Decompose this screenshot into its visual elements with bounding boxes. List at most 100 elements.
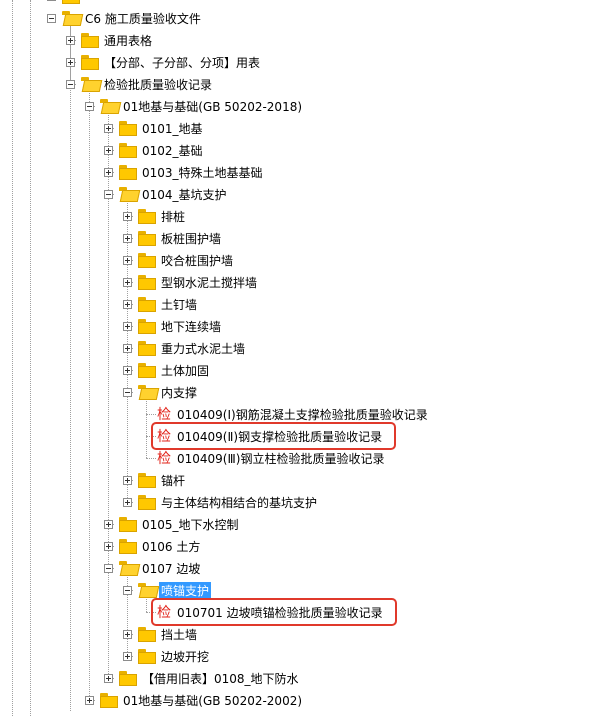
tree-folder-item[interactable]: 0103_特殊土地基基础 xyxy=(104,161,263,183)
expand-icon[interactable] xyxy=(104,145,113,155)
folder-icon xyxy=(137,494,157,510)
tree-item-label[interactable]: 01地基与基础(GB 50202-2018) xyxy=(123,98,302,115)
tree-leaf-record[interactable]: 检 010409(Ⅲ)钢立柱检验批质量验收记录 xyxy=(155,447,384,469)
expand-icon[interactable] xyxy=(123,651,132,661)
inspection-badge-icon: 检 xyxy=(157,407,171,423)
tree-item-label[interactable]: 边坡开挖 xyxy=(161,648,209,665)
tree-folder-item[interactable]: 边坡开挖 xyxy=(123,645,209,667)
tree-item-label[interactable]: 0103_特殊土地基基础 xyxy=(142,164,263,181)
tree-item-label[interactable]: 010409(Ⅲ)钢立柱检验批质量验收记录 xyxy=(177,450,384,467)
collapse-icon[interactable] xyxy=(85,101,94,111)
expand-icon[interactable] xyxy=(123,233,132,243)
collapse-icon[interactable] xyxy=(66,79,75,89)
expand-icon[interactable] xyxy=(123,343,132,353)
tree-folder-item[interactable]: 0104_基坑支护 xyxy=(104,183,227,205)
expand-icon[interactable] xyxy=(66,35,75,45)
tree-item-label[interactable]: 板桩围护墙 xyxy=(161,230,221,247)
expand-icon[interactable] xyxy=(47,0,56,1)
expand-icon[interactable] xyxy=(123,321,132,331)
tree-item-label[interactable]: 喷锚支护 xyxy=(159,581,212,599)
tree-folder-item[interactable]: 01地基与基础(GB 50202-2018) xyxy=(85,95,302,117)
tree-folder-item[interactable]: 重力式水泥土墙 xyxy=(123,337,245,359)
tree-item-label[interactable]: 地下连续墙 xyxy=(161,318,221,335)
tree-item-label[interactable]: 【分部、子分部、分项】用表 xyxy=(104,54,260,71)
collapse-icon[interactable] xyxy=(123,387,132,397)
expand-icon[interactable] xyxy=(123,497,132,507)
tree-item-label[interactable]: 01地基与基础(GB 50202-2002) xyxy=(123,692,302,709)
tree-folder-item[interactable]: 土钉墙 xyxy=(123,293,197,315)
tree-folder-item[interactable]: 01地基与基础(GB 50202-2002) xyxy=(85,689,302,711)
expand-icon[interactable] xyxy=(104,673,113,683)
tree-folder-item[interactable]: 型钢水泥土搅拌墙 xyxy=(123,271,257,293)
tree-folder-item[interactable]: 0102_基础 xyxy=(104,139,203,161)
tree-folder-item[interactable]: 0107 边坡 xyxy=(104,557,200,579)
tree-item-label[interactable]: 排桩 xyxy=(161,208,185,225)
tree-folder-item[interactable]: 锚杆 xyxy=(123,469,185,491)
tree-item-label[interactable]: 土体加固 xyxy=(161,362,209,379)
tree-folder-item[interactable]: 板桩围护墙 xyxy=(123,227,221,249)
tree-folder-item[interactable]: 0105_地下水控制 xyxy=(104,513,239,535)
collapse-icon[interactable] xyxy=(123,585,132,595)
tree-item-label[interactable]: 0104_基坑支护 xyxy=(142,186,227,203)
expand-icon[interactable] xyxy=(123,255,132,265)
file-tree: C6 施工质量验收文件通用表格【分部、子分部、分项】用表 检验批质量验收记录 01地… xyxy=(0,0,600,716)
folder-icon xyxy=(118,538,138,554)
tree-item-label[interactable]: 检验批质量验收记录 xyxy=(104,76,212,93)
tree-folder-item[interactable]: 0101_地基 xyxy=(104,117,203,139)
tree-item-label[interactable]: 土钉墙 xyxy=(161,296,197,313)
expand-icon[interactable] xyxy=(123,299,132,309)
tree-folder-item[interactable]: 挡土墙 xyxy=(123,623,197,645)
expand-icon[interactable] xyxy=(123,365,132,375)
tree-folder-item[interactable]: 与主体结构相结合的基坑支护 xyxy=(123,491,317,513)
expand-icon[interactable] xyxy=(104,123,113,133)
tree-item-label[interactable]: 型钢水泥土搅拌墙 xyxy=(161,274,257,291)
expand-icon[interactable] xyxy=(104,519,113,529)
tree-folder-item[interactable]: 咬合桩围护墙 xyxy=(123,249,233,271)
tree-folder-item[interactable]: 内支撑 xyxy=(123,381,197,403)
tree-item-label[interactable]: 内支撑 xyxy=(161,384,197,401)
collapse-icon[interactable] xyxy=(47,13,56,23)
tree-item-label[interactable]: 锚杆 xyxy=(161,472,185,489)
tree-folder-item[interactable]: 0106 土方 xyxy=(104,535,200,557)
folder-icon xyxy=(137,340,157,356)
tree-item-label[interactable]: 0101_地基 xyxy=(142,120,203,137)
tree-item-label[interactable]: 与主体结构相结合的基坑支护 xyxy=(161,494,317,511)
tree-folder-item[interactable]: 地下连续墙 xyxy=(123,315,221,337)
expand-icon[interactable] xyxy=(123,211,132,221)
tree-item-label[interactable]: 010409(Ⅰ)钢筋混凝土支撑检验批质量验收记录 xyxy=(177,406,428,423)
tree-folder-item[interactable]: 排桩 xyxy=(123,205,185,227)
folder-icon xyxy=(118,516,138,532)
folder-icon xyxy=(137,208,157,224)
expand-icon[interactable] xyxy=(104,167,113,177)
folder-open-icon xyxy=(137,582,160,598)
expand-icon[interactable] xyxy=(123,475,132,485)
expand-icon[interactable] xyxy=(85,695,94,705)
tree-folder-item[interactable]: 通用表格 xyxy=(66,29,152,51)
tree-folder-item[interactable]: C6 施工质量验收文件 xyxy=(47,7,201,29)
tree-item-label[interactable]: 0102_基础 xyxy=(142,142,203,159)
tree-item-label[interactable]: 0105_地下水控制 xyxy=(142,516,239,533)
folder-icon xyxy=(137,648,157,664)
folder-icon xyxy=(118,164,138,180)
tree-item-label[interactable]: 0107 边坡 xyxy=(142,560,200,577)
tree-item-label[interactable]: 【借用旧表】0108_地下防水 xyxy=(142,670,299,687)
tree-guide-line xyxy=(70,24,71,711)
expand-icon[interactable] xyxy=(104,541,113,551)
tree-item-label[interactable]: 重力式水泥土墙 xyxy=(161,340,245,357)
collapse-icon[interactable] xyxy=(104,189,113,199)
expand-icon[interactable] xyxy=(123,629,132,639)
tree-guide-line xyxy=(89,90,90,700)
expand-icon[interactable] xyxy=(123,277,132,287)
tree-item-label[interactable]: 咬合桩围护墙 xyxy=(161,252,233,269)
tree-folder-item[interactable]: 【分部、子分部、分项】用表 xyxy=(66,51,260,73)
tree-item-label[interactable]: 通用表格 xyxy=(104,32,152,49)
tree-folder-item[interactable]: 检验批质量验收记录 xyxy=(66,73,212,95)
expand-icon[interactable] xyxy=(66,57,75,67)
tree-item-label[interactable]: 0106 土方 xyxy=(142,538,200,555)
collapse-icon[interactable] xyxy=(104,563,113,573)
tree-folder-item[interactable]: 【借用旧表】0108_地下防水 xyxy=(104,667,299,689)
tree-item-label[interactable]: C6 施工质量验收文件 xyxy=(85,10,201,27)
tree-item-label[interactable]: 挡土墙 xyxy=(161,626,197,643)
tree-item-previous-partial[interactable] xyxy=(47,0,81,7)
tree-folder-item[interactable]: 土体加固 xyxy=(123,359,209,381)
